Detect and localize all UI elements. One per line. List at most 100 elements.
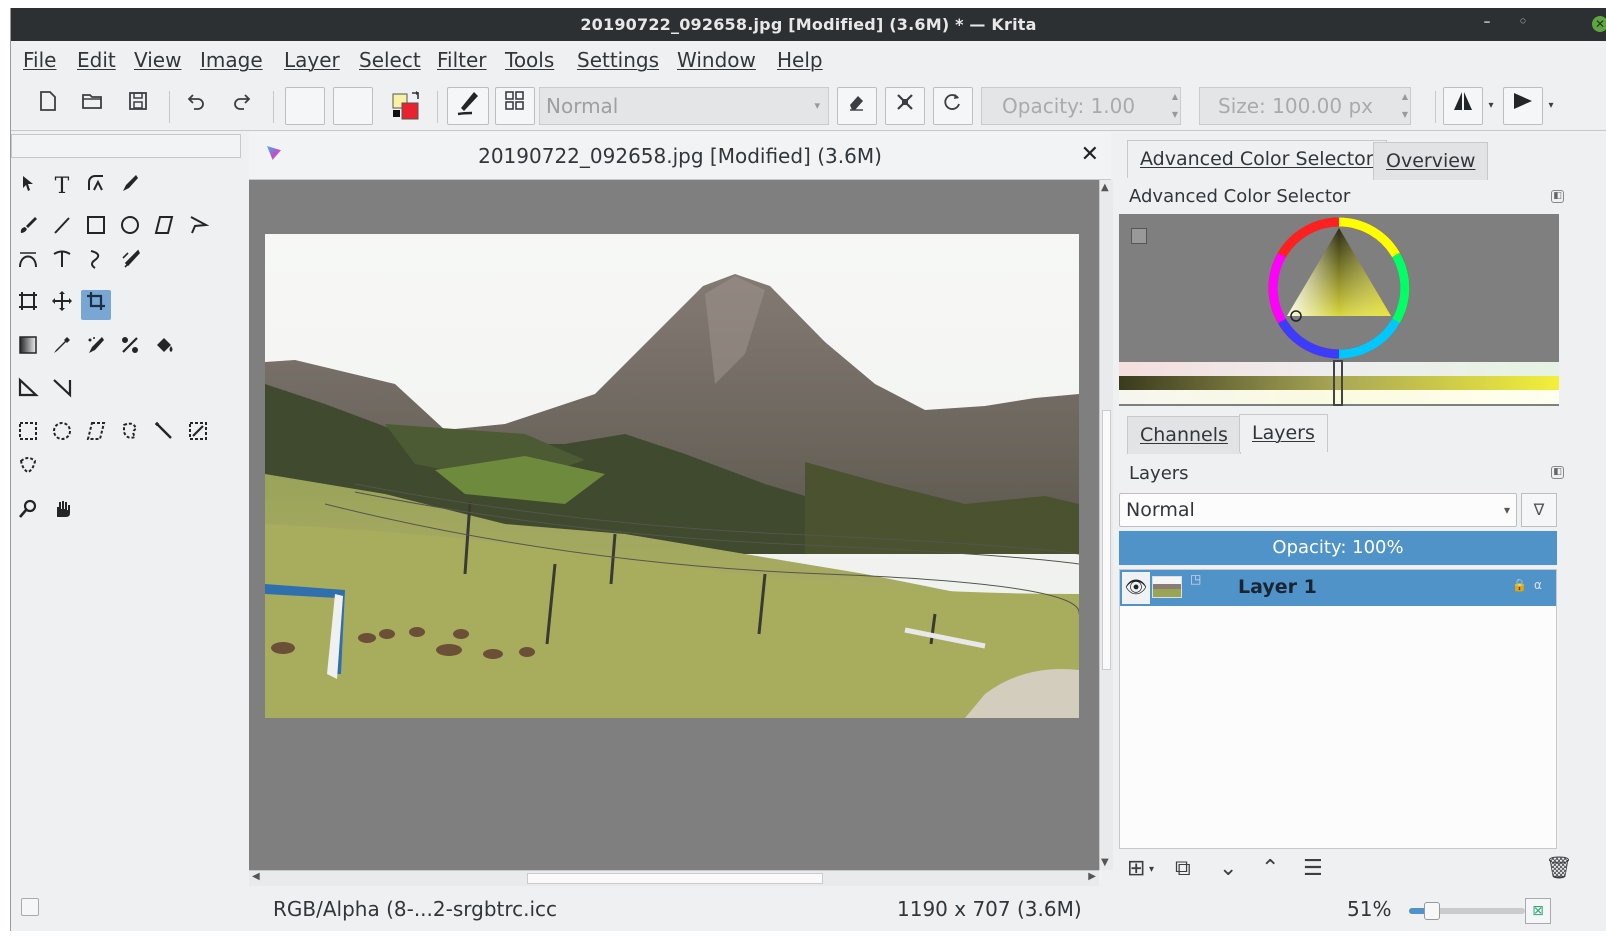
open-folder-icon[interactable] [77, 87, 107, 125]
duplicate-layer-icon[interactable]: ⧉ [1175, 856, 1191, 881]
tab-overview[interactable]: Overview [1373, 142, 1489, 180]
pattern-swatch[interactable] [333, 87, 373, 125]
menu-tools[interactable]: Tools [505, 48, 554, 72]
tab-advanced-color-selector[interactable]: Advanced Color Selector [1127, 140, 1387, 178]
horizontal-scroll-thumb[interactable] [527, 873, 823, 884]
fill-tool-icon[interactable] [149, 334, 179, 364]
new-document-icon[interactable] [33, 87, 63, 125]
lock-icon[interactable]: 🔒 [1512, 578, 1527, 592]
menu-image[interactable]: Image [200, 48, 263, 72]
alpha-lock-icon[interactable]: α [1534, 578, 1542, 592]
elliptical-select-icon[interactable] [47, 420, 77, 450]
vertical-scroll-thumb[interactable] [1102, 410, 1111, 670]
advanced-color-selector[interactable] [1119, 214, 1559, 406]
text-tool-icon[interactable]: T [47, 172, 77, 202]
scroll-right-icon[interactable]: ▶ [1088, 871, 1096, 882]
dynamic-brush-tool-icon[interactable] [81, 248, 111, 278]
edit-shapes-tool-icon[interactable] [81, 172, 111, 202]
save-icon[interactable] [123, 87, 153, 125]
zoom-fit-icon[interactable]: ⊠ [1525, 898, 1551, 924]
layer-properties-icon[interactable]: ☰ [1303, 856, 1323, 881]
color-wheel[interactable] [1265, 214, 1413, 362]
vertical-scrollbar[interactable]: ▲ ▼ [1099, 180, 1113, 870]
float-docker-icon[interactable]: ◧ [1551, 190, 1564, 203]
mirror-vertical-icon[interactable] [1503, 87, 1543, 125]
document-tab[interactable]: 20190722_092658.jpg [Modified] (3.6M) ✕ [249, 132, 1111, 180]
mirror-options-arrow[interactable]: ▾ [1485, 87, 1497, 125]
gradient-tool-icon[interactable] [13, 334, 43, 364]
close-document-icon[interactable]: ✕ [1081, 142, 1099, 167]
crop-tool-icon[interactable] [81, 290, 111, 320]
color-swap-icon[interactable] [389, 87, 429, 125]
brush-presets-grid-icon[interactable] [495, 87, 535, 125]
menu-help[interactable]: Help [777, 48, 823, 72]
scroll-left-icon[interactable]: ◀ [252, 871, 260, 882]
zoom-tool-icon[interactable] [13, 498, 43, 528]
menu-filter[interactable]: Filter [437, 48, 487, 72]
menu-file[interactable]: File [23, 48, 56, 72]
layer-list[interactable]: 👁 ◳ Layer 1 🔒 α [1119, 569, 1557, 849]
add-layer-options-arrow[interactable]: ▾ [1149, 864, 1154, 875]
spin-arrows-icon[interactable]: ▲ ▼ [1172, 88, 1178, 124]
undo-icon[interactable] [181, 87, 211, 125]
transform-tool-icon[interactable] [13, 290, 43, 320]
smart-patch-tool-icon[interactable] [81, 334, 111, 364]
menu-view[interactable]: View [134, 48, 181, 72]
menu-layer[interactable]: Layer [284, 48, 340, 72]
freehand-path-tool-icon[interactable] [47, 248, 77, 278]
pan-tool-icon[interactable] [47, 498, 77, 528]
horizontal-scrollbar[interactable]: ◀ ▶ [249, 870, 1099, 886]
opacity-slider[interactable]: Opacity: 1.00 ▲ ▼ [981, 87, 1181, 125]
preserve-alpha-icon[interactable] [885, 87, 925, 125]
contiguous-select-icon[interactable] [149, 420, 179, 450]
scroll-up-icon[interactable]: ▲ [1101, 182, 1109, 193]
slider-handle[interactable] [1333, 360, 1343, 406]
menu-settings[interactable]: Settings [577, 48, 659, 72]
freehand-brush-tool-icon[interactable] [13, 214, 43, 244]
layer-opacity-slider[interactable]: Opacity: 100% [1119, 531, 1557, 565]
layer-blend-mode-select[interactable]: Normal ▾ [1119, 493, 1517, 527]
gradient-swatch[interactable] [285, 87, 325, 125]
move-tool-icon[interactable] [47, 290, 77, 320]
polyline-tool-icon[interactable] [183, 214, 213, 244]
rectangular-select-icon[interactable] [13, 420, 43, 450]
move-layer-up-icon[interactable]: ⌃ [1261, 856, 1279, 881]
polygon-tool-icon[interactable] [149, 214, 179, 244]
canvas[interactable] [249, 180, 1099, 870]
color-picker-tool-icon[interactable] [47, 334, 77, 364]
fill-percent-tool-icon[interactable] [115, 334, 145, 364]
measure-tool-icon[interactable] [47, 376, 77, 406]
menu-edit[interactable]: Edit [77, 48, 116, 72]
float-docker-icon[interactable]: ◧ [1551, 466, 1564, 479]
mirror-horizontal-icon[interactable] [1443, 87, 1483, 125]
brush-preset-icon[interactable] [447, 87, 489, 125]
close-window-button[interactable]: ✕ [1592, 16, 1606, 32]
tab-layers[interactable]: Layers [1239, 414, 1328, 452]
bezier-select-icon[interactable] [13, 454, 43, 484]
menu-window[interactable]: Window [677, 48, 756, 72]
bezier-tool-icon[interactable] [13, 248, 43, 278]
assistant-tool-icon[interactable] [13, 376, 43, 406]
mirror-vertical-options-arrow[interactable]: ▾ [1545, 87, 1557, 125]
spin-arrows-icon[interactable]: ▲ ▼ [1402, 88, 1408, 124]
move-layer-down-icon[interactable]: ⌄ [1219, 856, 1237, 881]
menu-select[interactable]: Select [359, 48, 421, 72]
blend-mode-select[interactable]: Normal ▾ [539, 87, 829, 125]
polygonal-select-icon[interactable] [81, 420, 111, 450]
rectangle-tool-icon[interactable] [81, 214, 111, 244]
zoom-slider[interactable] [1409, 902, 1525, 920]
visibility-eye-icon[interactable]: 👁 [1122, 572, 1150, 604]
freehand-select-icon[interactable] [115, 420, 145, 450]
select-shapes-tool-icon[interactable] [13, 172, 43, 202]
zoom-slider-knob[interactable] [1424, 902, 1441, 920]
ellipse-tool-icon[interactable] [115, 214, 145, 244]
multibrush-tool-icon[interactable] [115, 248, 145, 278]
layer-filter-icon[interactable]: ∇ [1521, 493, 1557, 527]
maximize-button[interactable]: ◦ [1513, 14, 1533, 34]
layer-row[interactable]: 👁 ◳ Layer 1 🔒 α [1120, 570, 1556, 606]
reload-preset-icon[interactable] [933, 87, 973, 125]
scroll-down-icon[interactable]: ▼ [1101, 857, 1109, 868]
redo-icon[interactable] [227, 87, 257, 125]
delete-layer-icon[interactable]: 🗑 [1545, 856, 1573, 881]
minimize-button[interactable]: – [1477, 14, 1497, 34]
